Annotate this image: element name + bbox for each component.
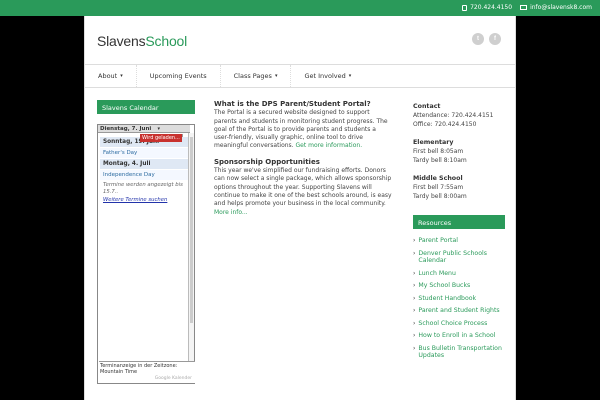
- top-bar: 720.424.4150 info@slavensk8.com: [0, 0, 600, 16]
- elementary-first-bell: First bell 8:05am: [413, 148, 464, 155]
- twitter-icon[interactable]: t: [472, 33, 484, 45]
- nav-label: About: [98, 72, 118, 80]
- article-link[interactable]: More info...: [214, 209, 248, 216]
- resource-link[interactable]: › How to Enroll in a School: [413, 332, 505, 340]
- google-calendar-logo[interactable]: Google Kalender: [155, 376, 192, 382]
- article-portal: What is the DPS Parent/Student Portal? T…: [214, 100, 392, 151]
- nav-item-about[interactable]: About ▾: [85, 65, 137, 87]
- chevron-right-icon: ›: [413, 319, 416, 327]
- chevron-right-icon: ›: [413, 294, 416, 302]
- nav-item-upcoming-events[interactable]: Upcoming Events: [137, 65, 221, 87]
- calendar-header-date: Dienstag, 7. Juni: [100, 126, 152, 132]
- middle-tardy-bell: Tardy bell 8:00am: [413, 193, 467, 200]
- resource-label: Lunch Menu: [418, 269, 456, 277]
- resource-label: Bus Bulletin Transportation Updates: [418, 344, 502, 360]
- site-header: SlavensSchool t f: [84, 16, 516, 64]
- timezone-note: Terminanzeige in der Zeitzone: Mountain …: [100, 363, 178, 375]
- phone-icon: [462, 4, 468, 11]
- resource-link[interactable]: › Lunch Menu: [413, 270, 505, 278]
- main-nav: About ▾ Upcoming Events Class Pages ▾ Get …: [84, 64, 516, 88]
- calendar-widget-title: Slavens Calendar: [97, 100, 195, 114]
- nav-label: Upcoming Events: [149, 72, 207, 80]
- middle-school-block: Middle School First bell 7:55am Tardy be…: [413, 174, 505, 201]
- site-logo[interactable]: SlavensSchool: [97, 33, 187, 49]
- top-email-text: info@slavensk8.com: [530, 4, 592, 11]
- social-links: t f: [472, 33, 501, 45]
- article-heading: Sponsorship Opportunities: [214, 157, 320, 166]
- article-body: This year we've simplified our fundraisi…: [214, 167, 392, 208]
- main-articles: What is the DPS Parent/Student Portal? T…: [214, 100, 392, 224]
- nav-item-get-involved[interactable]: Get Involved ▾: [291, 65, 364, 87]
- chevron-down-icon: ▾: [348, 73, 352, 79]
- chevron-right-icon: ›: [413, 269, 416, 277]
- chevron-right-icon: ›: [413, 332, 416, 339]
- resource-link[interactable]: › School Choice Process: [413, 320, 505, 328]
- contact-block: Contact Attendance: 720.424.4151 Office:…: [413, 102, 505, 129]
- nav-item-class-pages[interactable]: Class Pages ▾: [221, 65, 292, 87]
- agenda-note: Termine werden angezeigt bis 15.7..: [103, 182, 183, 195]
- attendance-phone: Attendance: 720.424.4151: [413, 112, 494, 119]
- calendar-agenda: Sonntag, 19. Juni Father's Day Montag, 4…: [100, 137, 188, 203]
- contact-title: Contact: [413, 103, 441, 110]
- chevron-down-icon: ▾: [120, 73, 123, 79]
- resource-label: Parent Portal: [418, 237, 458, 244]
- top-phone[interactable]: 720.424.4150: [462, 4, 512, 11]
- elementary-block: Elementary First bell 8:05am Tardy bell …: [413, 138, 505, 165]
- agenda-day: Montag, 4. Juli: [100, 159, 188, 169]
- embedded-calendar[interactable]: Dienstag, 7. Juni ▾ Wird geladen... × So…: [97, 124, 195, 384]
- top-email[interactable]: info@slavensk8.com: [520, 4, 592, 11]
- middle-first-bell: First bell 7:55am: [413, 184, 464, 191]
- chevron-right-icon: ›: [413, 249, 416, 257]
- calendar-date-header[interactable]: Dienstag, 7. Juni ▾: [98, 125, 190, 133]
- top-contact: 720.424.4150 info@slavensk8.com: [462, 4, 592, 11]
- chevron-right-icon: ›: [413, 282, 416, 289]
- resource-link[interactable]: › Denver Public Schools Calendar: [413, 250, 505, 265]
- calendar-footer: Terminanzeige in der Zeitzone: Mountain …: [99, 361, 195, 383]
- top-phone-text: 720.424.4150: [470, 4, 513, 11]
- resource-link[interactable]: › Student Handbook: [413, 295, 505, 303]
- elementary-tardy-bell: Tardy bell 8:10am: [413, 157, 467, 164]
- resource-label: Denver Public Schools Calendar: [418, 249, 487, 265]
- chevron-right-icon: ›: [413, 237, 416, 244]
- resources-list: › Parent Portal › Denver Public Schools Ca…: [413, 237, 505, 360]
- nav-label: Get Involved: [304, 72, 346, 80]
- facebook-icon[interactable]: f: [489, 33, 501, 45]
- resource-label: My School Bucks: [418, 282, 471, 289]
- nav-label: Class Pages: [233, 72, 272, 80]
- loading-indicator: Wird geladen...: [140, 134, 182, 142]
- resource-label: Parent and Student Rights: [418, 307, 500, 314]
- calendar-column: Slavens Calendar Dienstag, 7. Juni ▾ Wir…: [97, 100, 195, 384]
- resource-label: School Choice Process: [418, 319, 488, 327]
- sidebar: Contact Attendance: 720.424.4151 Office:…: [413, 102, 505, 365]
- agenda-event[interactable]: Independence Day: [100, 170, 188, 180]
- main-content: Slavens Calendar Dienstag, 7. Juni ▾ Wir…: [84, 88, 516, 400]
- middle-school-title: Middle School: [413, 175, 463, 182]
- resource-link[interactable]: › Parent Portal: [413, 237, 505, 245]
- resource-link[interactable]: › Bus Bulletin Transportation Updates: [413, 345, 505, 360]
- resource-label: Student Handbook: [418, 294, 477, 302]
- more-events-link[interactable]: Weitere Termine suchen: [100, 197, 188, 203]
- article-sponsorship: Sponsorship Opportunities This year we'v…: [214, 158, 392, 217]
- chevron-down-icon[interactable]: ▾: [157, 126, 160, 132]
- logo-text-accent: School: [145, 33, 188, 49]
- logo-text-primary: Slavens: [97, 33, 146, 49]
- chevron-right-icon: ›: [413, 307, 416, 314]
- chevron-down-icon: ▾: [274, 73, 278, 79]
- article-heading: What is the DPS Parent/Student Portal?: [214, 100, 371, 108]
- agenda-event[interactable]: Father's Day: [100, 148, 188, 158]
- elementary-title: Elementary: [413, 139, 454, 146]
- scrollbar-thumb[interactable]: [190, 137, 193, 323]
- calendar-scrollbar[interactable]: [188, 133, 194, 361]
- resource-label: How to Enroll in a School: [418, 332, 496, 339]
- resource-link[interactable]: › My School Bucks: [413, 282, 505, 290]
- resources-title: Resources: [413, 215, 505, 229]
- office-phone: Office: 720.424.4150: [413, 121, 477, 128]
- chevron-right-icon: ›: [413, 344, 416, 352]
- resource-link[interactable]: › Parent and Student Rights: [413, 307, 505, 315]
- mail-icon: [520, 5, 528, 10]
- article-link[interactable]: Get more information.: [296, 142, 363, 149]
